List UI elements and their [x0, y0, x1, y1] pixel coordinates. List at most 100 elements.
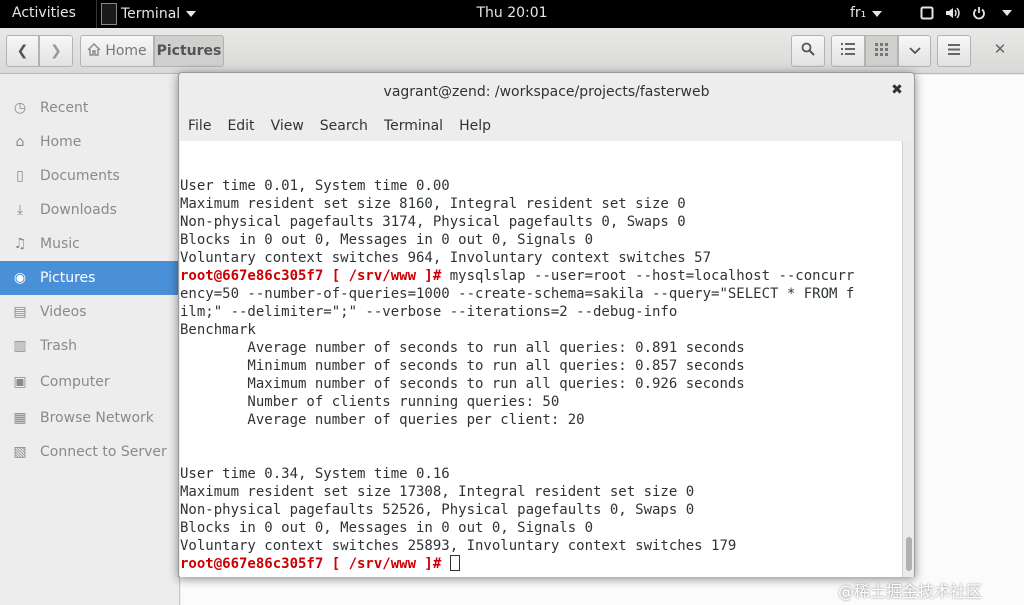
close-icon[interactable]: ✕	[990, 40, 1010, 60]
menu-item-terminal[interactable]: Terminal	[384, 118, 443, 134]
download-icon: ⤓	[16, 202, 24, 218]
forward-button[interactable]: ❯	[39, 35, 73, 67]
app-menu[interactable]: Terminal	[96, 0, 197, 28]
terminal-text: Non-physical pagefaults 52526, Physical …	[180, 502, 695, 518]
search-button[interactable]	[791, 35, 825, 67]
sidebar-item-label: Pictures	[40, 270, 96, 286]
system-menu[interactable]	[918, 4, 1012, 22]
terminal-output-line: Blocks in 0 out 0, Messages in 0 out 0, …	[180, 231, 902, 249]
film-icon: ▤	[13, 304, 27, 320]
sidebar-item-music[interactable]: ♫ Music	[0, 227, 180, 261]
list-view-button[interactable]	[831, 35, 865, 67]
terminal-text: Maximum resident set size 17308, Integra…	[180, 484, 695, 500]
chevron-down-icon	[186, 11, 197, 17]
files-header-bar: ❮ ❯ Home Pictures ✕	[0, 28, 1024, 74]
menu-item-file[interactable]: File	[188, 118, 211, 134]
menu-item-view[interactable]: View	[271, 118, 304, 134]
menu-item-help[interactable]: Help	[459, 118, 491, 134]
document-icon: ▯	[16, 168, 24, 184]
terminal-output-line: Voluntary context switches 964, Involunt…	[180, 249, 902, 267]
terminal-output-line: Blocks in 0 out 0, Messages in 0 out 0, …	[180, 519, 902, 537]
input-method-indicator[interactable]: fr₁	[850, 5, 883, 21]
sidebar-item-home[interactable]: ⌂ Home	[0, 125, 180, 159]
sidebar-item-label: Home	[40, 134, 82, 150]
view-options-button[interactable]	[898, 35, 931, 67]
breadcrumb-home[interactable]: Home	[80, 35, 154, 67]
places-sidebar: ◷ Recent ⌂ Home ▯ Documents ⤓ Downloads ♫ Music ◉ P…	[0, 75, 180, 605]
terminal-prompt-line: root@667e86c305f7 [ /srv/www ]#	[180, 555, 902, 573]
sidebar-item-label: Connect to Server	[40, 444, 167, 460]
breadcrumb-current[interactable]: Pictures	[154, 35, 224, 67]
list-icon	[841, 43, 855, 59]
terminal-text: Voluntary context switches 25893, Involu…	[180, 538, 737, 554]
sidebar-item-videos[interactable]: ▤ Videos	[0, 295, 180, 329]
close-icon[interactable]: ✖	[887, 82, 907, 102]
terminal-text: Voluntary context switches 964, Involunt…	[180, 250, 712, 266]
chevron-down-icon	[872, 11, 883, 17]
terminal-output-line: ilm;" --delimiter=";" --verbose --iterat…	[180, 303, 902, 321]
chevron-right-icon: ❯	[50, 43, 62, 59]
terminal-output-line: Non-physical pagefaults 52526, Physical …	[180, 501, 902, 519]
sidebar-item-trash[interactable]: ▥ Trash	[0, 329, 180, 363]
terminal-output-line: ency=50 --number-of-queries=1000 --creat…	[180, 285, 902, 303]
app-menu-button[interactable]	[937, 35, 971, 67]
terminal-text: Average number of seconds to run all que…	[180, 340, 745, 356]
text-cursor	[449, 555, 460, 571]
sidebar-item-pictures[interactable]: ◉ Pictures	[0, 261, 180, 295]
sidebar-item-label: Music	[40, 236, 80, 252]
sidebar-item-label: Trash	[40, 338, 77, 354]
home-icon: ⌂	[15, 134, 25, 150]
grid-view-button[interactable]	[865, 35, 898, 67]
sidebar-item-downloads[interactable]: ⤓ Downloads	[0, 193, 180, 227]
window-icon	[918, 4, 936, 22]
terminal-screen[interactable]: User time 0.01, System time 0.00 Maximum …	[180, 141, 902, 577]
hamburger-icon	[948, 43, 960, 59]
terminal-output-line: Minimum number of seconds to run all que…	[180, 357, 902, 375]
menu-item-search[interactable]: Search	[320, 118, 368, 134]
terminal-scrollbar[interactable]	[902, 141, 914, 577]
terminal-output-line: Number of clients running queries: 50	[180, 393, 902, 411]
drive-icon: ▣	[13, 374, 27, 390]
terminal-text: Maximum number of seconds to run all que…	[180, 376, 745, 392]
terminal-text: Blocks in 0 out 0, Messages in 0 out 0, …	[180, 520, 594, 536]
top-bar: Activities Terminal Thu 20:01 fr₁	[0, 0, 1024, 28]
chevron-down-icon	[908, 43, 921, 59]
grid-icon	[875, 42, 888, 60]
sidebar-item-label: Recent	[40, 100, 89, 116]
search-icon	[801, 42, 815, 60]
terminal-output-line: Average number of queries per client: 20	[180, 411, 902, 429]
sidebar-item-connect-to-server[interactable]: ▧ Connect to Server	[0, 435, 180, 469]
clock-icon: ◷	[13, 100, 27, 116]
network-icon: ▦	[13, 410, 27, 426]
watermark: @稀土掘金技术社区	[838, 582, 983, 601]
terminal-text: mysqlslap --user=root --host=localhost -…	[441, 268, 855, 284]
sidebar-item-label: Computer	[40, 374, 110, 390]
terminal-text: Blocks in 0 out 0, Messages in 0 out 0, …	[180, 232, 594, 248]
menu-item-edit[interactable]: Edit	[227, 118, 254, 134]
sidebar-item-browse-network[interactable]: ▦ Browse Network	[0, 401, 180, 435]
camera-icon: ◉	[13, 270, 27, 286]
terminal-output-line: Maximum resident set size 17308, Integra…	[180, 483, 902, 501]
terminal-text: Benchmark	[180, 322, 256, 338]
activities-button[interactable]: Activities	[12, 5, 76, 21]
terminal-text: User time 0.01, System time 0.00	[180, 178, 450, 194]
terminal-window: vagrant@zend: /workspace/projects/faster…	[178, 72, 915, 577]
power-icon	[970, 4, 988, 22]
server-icon: ▧	[13, 444, 27, 460]
app-menu-label: Terminal	[121, 6, 181, 22]
home-icon	[87, 42, 101, 60]
sidebar-item-documents[interactable]: ▯ Documents	[0, 159, 180, 193]
terminal-text: Minimum number of seconds to run all que…	[180, 358, 745, 374]
terminal-text: User time 0.34, System time 0.16	[180, 466, 450, 482]
clock[interactable]: Thu 20:01	[470, 5, 554, 21]
scrollbar-thumb[interactable]	[906, 537, 912, 571]
sidebar-item-recent[interactable]: ◷ Recent	[0, 91, 180, 125]
terminal-text: Number of clients running queries: 50	[180, 394, 560, 410]
sidebar-item-computer[interactable]: ▣ Computer	[0, 365, 180, 399]
terminal-output-line: Maximum number of seconds to run all que…	[180, 375, 902, 393]
terminal-text: Average number of queries per client: 20	[180, 412, 585, 428]
shell-prompt: root@667e86c305f7 [ /srv/www ]#	[180, 268, 442, 284]
back-button[interactable]: ❮	[6, 35, 39, 67]
